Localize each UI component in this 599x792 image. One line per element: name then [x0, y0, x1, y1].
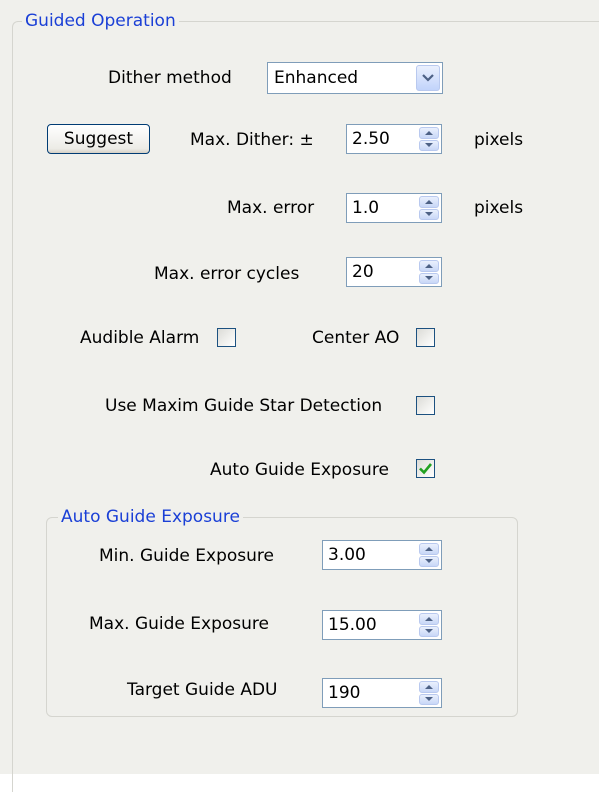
spin-up-icon[interactable]	[419, 543, 439, 555]
max-guide-exposure-input[interactable]	[323, 611, 419, 639]
audible-alarm-label: Audible Alarm	[80, 328, 200, 348]
max-guide-exposure-label: Max. Guide Exposure	[89, 614, 269, 634]
spin-up-icon[interactable]	[419, 681, 439, 693]
max-error-cycles-spinner[interactable]	[419, 260, 439, 284]
max-dither-label: Max. Dither: ±	[190, 130, 314, 150]
center-ao-checkbox[interactable]	[416, 328, 435, 347]
spin-down-icon[interactable]	[419, 272, 439, 284]
spin-down-icon[interactable]	[419, 139, 439, 151]
spin-down-icon[interactable]	[419, 625, 439, 637]
max-dither-stepper[interactable]	[346, 124, 442, 154]
max-error-cycles-input[interactable]	[347, 258, 419, 286]
spin-down-icon[interactable]	[419, 208, 439, 220]
target-guide-adu-label: Target Guide ADU	[127, 680, 278, 700]
use-maxim-label: Use Maxim Guide Star Detection	[105, 396, 383, 416]
auto-guide-exposure-checkbox[interactable]	[416, 459, 435, 478]
auto-guide-exposure-label: Auto Guide Exposure	[210, 460, 389, 480]
spin-down-icon[interactable]	[419, 555, 439, 567]
spin-down-icon[interactable]	[419, 693, 439, 705]
check-mark-icon	[419, 463, 433, 475]
min-guide-exposure-input[interactable]	[323, 541, 419, 569]
target-guide-adu-spinner[interactable]	[419, 681, 439, 705]
spin-up-icon[interactable]	[419, 127, 439, 139]
min-guide-exposure-stepper[interactable]	[322, 540, 442, 570]
spin-up-icon[interactable]	[419, 260, 439, 272]
guided-operation-legend: Guided Operation	[22, 11, 179, 31]
dither-method-select[interactable]: Enhanced	[267, 62, 443, 94]
center-ao-label: Center AO	[312, 328, 400, 348]
max-dither-spinner[interactable]	[419, 127, 439, 151]
max-guide-exposure-spinner[interactable]	[419, 613, 439, 637]
dither-method-label: Dither method	[108, 68, 232, 88]
max-error-cycles-label: Max. error cycles	[154, 264, 300, 284]
max-dither-unit: pixels	[474, 130, 524, 150]
audible-alarm-checkbox[interactable]	[217, 328, 236, 347]
max-dither-input[interactable]	[347, 125, 419, 153]
min-guide-exposure-spinner[interactable]	[419, 543, 439, 567]
settings-panel: Guided Operation Dither method Enhanced …	[0, 0, 599, 792]
max-error-label: Max. error	[227, 198, 315, 218]
max-error-unit: pixels	[474, 198, 524, 218]
max-error-spinner[interactable]	[419, 196, 439, 220]
max-error-input[interactable]	[347, 194, 419, 222]
use-maxim-checkbox[interactable]	[416, 396, 435, 415]
dither-method-value: Enhanced	[274, 68, 359, 88]
min-guide-exposure-label: Min. Guide Exposure	[99, 546, 274, 566]
target-guide-adu-stepper[interactable]	[322, 678, 442, 708]
max-error-stepper[interactable]	[346, 193, 442, 223]
target-guide-adu-input[interactable]	[323, 679, 419, 707]
chevron-down-icon[interactable]	[416, 65, 440, 91]
max-guide-exposure-stepper[interactable]	[322, 610, 442, 640]
spin-up-icon[interactable]	[419, 196, 439, 208]
suggest-button[interactable]: Suggest	[47, 124, 150, 154]
max-error-cycles-stepper[interactable]	[346, 257, 442, 287]
auto-guide-exposure-legend: Auto Guide Exposure	[58, 507, 243, 527]
spin-up-icon[interactable]	[419, 613, 439, 625]
